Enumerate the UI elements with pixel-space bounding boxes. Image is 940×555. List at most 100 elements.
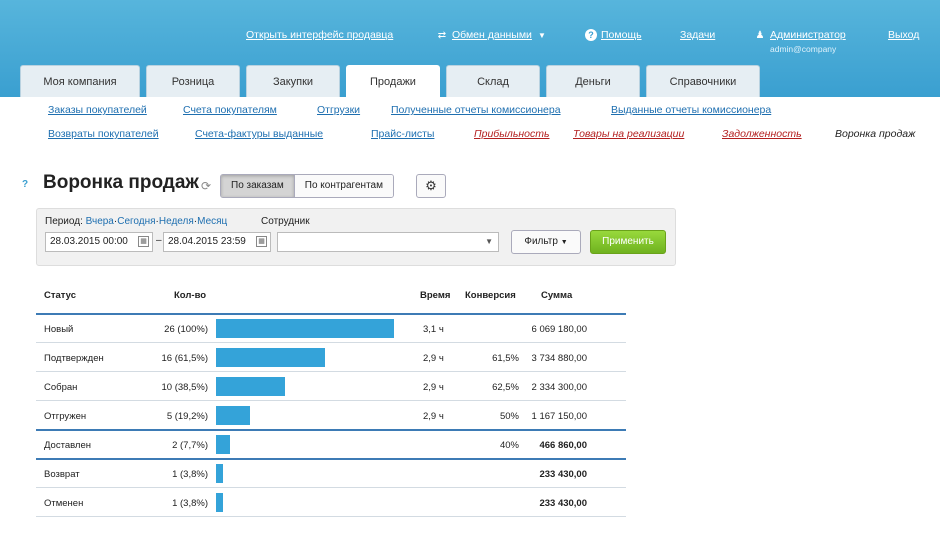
tab-retail[interactable]: Розница xyxy=(146,65,240,97)
by-counterparties-button[interactable]: По контрагентам xyxy=(293,175,393,197)
table-row: Собран 10 (38,5%) 2,9 ч 62,5% 2 334 300,00 xyxy=(36,373,626,401)
table-row: Возврат 1 (3,8%) 233 430,00 xyxy=(36,460,626,488)
table-row: Отгружен 5 (19,2%) 2,9 ч 50% 1 167 150,00 xyxy=(36,402,626,430)
subnav-debts[interactable]: Задолженность xyxy=(722,128,802,140)
cell-sum: 1 167 150,00 xyxy=(531,411,587,422)
date-range-dash: – xyxy=(156,235,162,246)
cell-status: Отгружен xyxy=(44,411,87,422)
tab-my-company[interactable]: Моя компания xyxy=(20,65,140,97)
calendar-icon[interactable]: ▦ xyxy=(256,236,267,247)
user-link[interactable]: Администратор xyxy=(770,29,846,41)
table-row: Отменен 1 (3,8%) 233 430,00 xyxy=(36,489,626,517)
user-icon: ♟ xyxy=(755,29,765,41)
top-header: Открыть интерфейс продавца ⇄ Обмен данны… xyxy=(0,0,940,97)
subnav-received-commission-reports[interactable]: Полученные отчеты комиссионера xyxy=(391,104,561,116)
user-nav[interactable]: ♟ Администратор xyxy=(754,29,846,41)
logout-link[interactable]: Выход xyxy=(888,29,919,41)
employee-label: Сотрудник xyxy=(261,216,310,227)
tab-purchases[interactable]: Закупки xyxy=(246,65,340,97)
calendar-icon[interactable]: ▦ xyxy=(138,236,149,247)
filter-button[interactable]: Фильтр ▼ xyxy=(511,230,581,254)
cell-conversion: 40% xyxy=(499,440,519,451)
subnav-customer-returns[interactable]: Возвраты покупателей xyxy=(48,128,159,140)
tab-directories[interactable]: Справочники xyxy=(646,65,760,97)
date-to-field[interactable]: 28.04.2015 23:59 ▦ xyxy=(163,232,271,252)
cell-count: 1 (3,8%) xyxy=(172,498,208,509)
cell-status: Отменен xyxy=(44,498,84,509)
tab-sales[interactable]: Продажи xyxy=(346,65,440,97)
cell-count: 26 (100%) xyxy=(164,324,208,335)
period-month[interactable]: Месяц xyxy=(197,216,227,227)
cell-status: Собран xyxy=(44,382,78,393)
help-link[interactable]: Помощь xyxy=(601,29,642,41)
cell-time: 3,1 ч xyxy=(423,324,444,335)
open-seller-link[interactable]: Открыть интерфейс продавца xyxy=(246,29,393,41)
chevron-down-icon: ▼ xyxy=(537,30,546,40)
subnav-price-lists[interactable]: Прайс-листы xyxy=(371,128,434,140)
chevron-down-icon: ▼ xyxy=(485,237,493,246)
refresh-icon[interactable]: ⟳ xyxy=(201,179,211,193)
date-from-value: 28.03.2015 00:00 xyxy=(50,236,128,247)
subnav-customer-orders[interactable]: Заказы покупателей xyxy=(48,104,147,116)
funnel-bar xyxy=(216,377,285,396)
table-row: Доставлен 2 (7,7%) 40% 466 860,00 xyxy=(36,431,626,459)
subnav-consignment-goods[interactable]: Товары на реализации xyxy=(573,128,684,140)
funnel-bar xyxy=(216,348,325,367)
logout-nav[interactable]: Выход xyxy=(888,29,919,41)
cell-sum: 6 069 180,00 xyxy=(531,324,587,335)
cell-time: 2,9 ч xyxy=(423,382,444,393)
period-label: Период: xyxy=(45,216,83,227)
tab-money[interactable]: Деньги xyxy=(546,65,640,97)
header-status: Статус xyxy=(44,290,77,301)
apply-button[interactable]: Применить xyxy=(590,230,666,254)
by-orders-button[interactable]: По заказам xyxy=(221,175,294,197)
cell-conversion: 61,5% xyxy=(492,353,519,364)
period-today[interactable]: Сегодня xyxy=(117,216,155,227)
cell-status: Возврат xyxy=(44,469,80,480)
help-hint-icon[interactable]: ? xyxy=(22,179,28,190)
filter-button-label: Фильтр xyxy=(524,236,558,247)
funnel-bar xyxy=(216,464,223,483)
header-count: Кол-во xyxy=(174,290,207,301)
date-from-field[interactable]: 28.03.2015 00:00 ▦ xyxy=(45,232,153,252)
filter-panel: Период: Вчера·Сегодня·Неделя·Месяц Сотру… xyxy=(36,208,676,266)
subnav-sales-funnel: Воронка продаж xyxy=(835,128,916,140)
employee-select[interactable]: ▼ xyxy=(277,232,499,252)
subnav-issued-invoices[interactable]: Счета-фактуры выданные xyxy=(195,128,323,140)
funnel-bar xyxy=(216,435,230,454)
cell-time: 2,9 ч xyxy=(423,353,444,364)
help-nav[interactable]: ? Помощь xyxy=(585,29,642,41)
subnav-shipments[interactable]: Отгрузки xyxy=(317,104,360,116)
subnav-customer-invoices[interactable]: Счета покупателям xyxy=(183,104,277,116)
cell-count: 10 (38,5%) xyxy=(161,382,208,393)
tab-warehouse[interactable]: Склад xyxy=(446,65,540,97)
header-time: Время xyxy=(420,290,451,301)
settings-button[interactable]: ⚙ xyxy=(416,174,446,198)
view-mode-switch: По заказам По контрагентам xyxy=(220,174,394,198)
table-row: Подтвержден 16 (61,5%) 2,9 ч 61,5% 3 734 880… xyxy=(36,344,626,372)
exchange-icon: ⇄ xyxy=(437,29,447,41)
cell-status: Доставлен xyxy=(44,440,92,451)
tasks-link[interactable]: Задачи xyxy=(680,29,715,41)
cell-count: 2 (7,7%) xyxy=(172,440,208,451)
header-conversion: Конверсия xyxy=(465,290,516,301)
subnav-profitability[interactable]: Прибыльность xyxy=(474,128,550,140)
exchange-nav[interactable]: ⇄ Обмен данными ▼ xyxy=(436,29,548,41)
exchange-link[interactable]: Обмен данными xyxy=(452,29,532,41)
cell-status: Подтвержден xyxy=(44,353,104,364)
user-email: admin@company xyxy=(770,44,837,54)
tasks-nav[interactable]: Задачи xyxy=(680,29,715,41)
period-week[interactable]: Неделя xyxy=(159,216,194,227)
period-yesterday[interactable]: Вчера xyxy=(86,216,114,227)
header-sum: Сумма xyxy=(541,290,573,301)
date-to-value: 28.04.2015 23:59 xyxy=(168,236,246,247)
period-row: Период: Вчера·Сегодня·Неделя·Месяц xyxy=(45,216,228,227)
cell-count: 5 (19,2%) xyxy=(166,411,208,422)
cell-sum: 466 860,00 xyxy=(539,440,587,451)
table-row: Новый 26 (100%) 3,1 ч 6 069 180,00 xyxy=(36,315,626,343)
open-seller-nav: Открыть интерфейс продавца xyxy=(246,29,393,41)
cell-conversion: 62,5% xyxy=(492,382,519,393)
subnav-issued-commission-reports[interactable]: Выданные отчеты комиссионера xyxy=(611,104,771,116)
cell-sum: 2 334 300,00 xyxy=(531,382,587,393)
gear-icon: ⚙ xyxy=(425,178,437,193)
